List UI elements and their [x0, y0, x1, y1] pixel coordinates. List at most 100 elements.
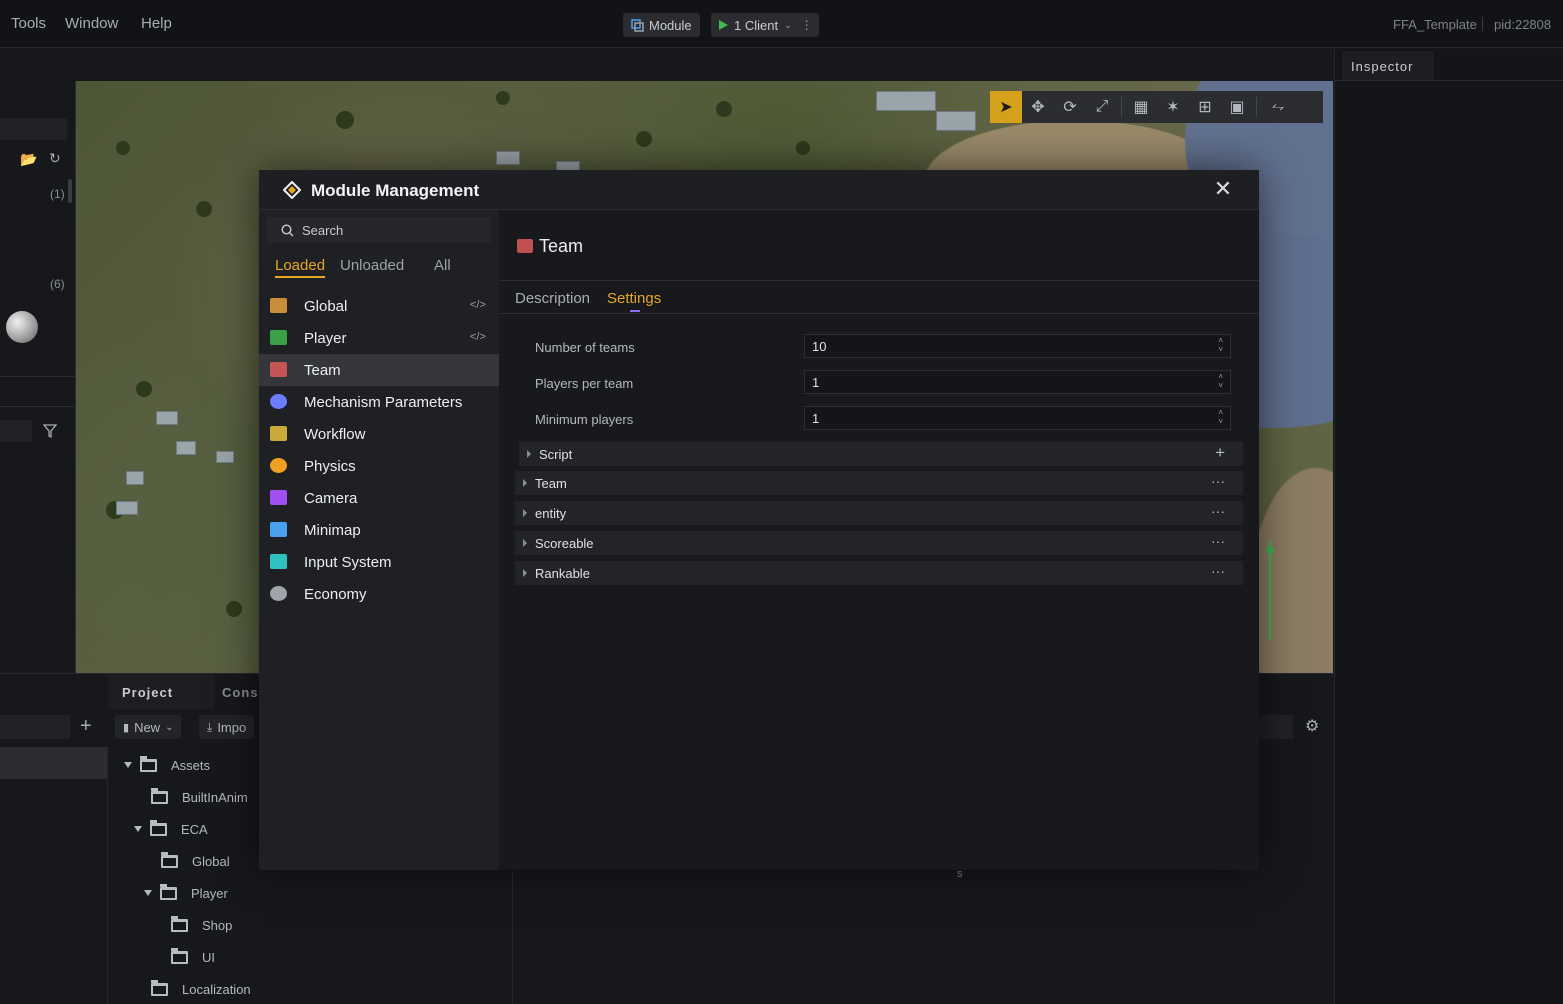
building [496, 151, 520, 165]
menu-tools[interactable]: Tools [11, 15, 46, 32]
module-item-workflow[interactable]: Workflow [259, 418, 499, 450]
filter-icon[interactable] [43, 424, 57, 438]
snap-tool-icon[interactable]: ▦ [1125, 91, 1157, 123]
section-label: Scoreable [535, 536, 594, 551]
module-item-economy[interactable]: Economy [259, 578, 499, 610]
expand-arrow-icon[interactable] [134, 826, 142, 832]
tree-item-label: UI [202, 949, 215, 965]
new-button-label: New [134, 719, 161, 735]
section-rankable[interactable]: Rankable ··· [515, 561, 1243, 585]
tree-item[interactable]: Localization [151, 975, 251, 1003]
stepper-icon[interactable]: ˄ ˅ [1218, 408, 1223, 426]
tab-project[interactable]: Project [122, 685, 173, 700]
workflow-module-icon [270, 426, 287, 441]
tree-item[interactable]: Shop [171, 911, 232, 939]
building [936, 111, 976, 131]
expand-arrow-icon[interactable] [527, 450, 531, 458]
filter-input[interactable] [0, 420, 32, 442]
add-icon[interactable]: + [1215, 443, 1225, 463]
move-tool-icon[interactable]: ✥ [1022, 91, 1054, 123]
chevron-down-icon[interactable]: ⌄ [784, 20, 792, 31]
camera-tool-icon[interactable]: ▣ [1221, 91, 1253, 123]
scale-tool-icon[interactable]: ⤢ [1086, 91, 1118, 123]
tree-item[interactable]: BuiltInAnim [151, 783, 248, 811]
settings-gear-icon[interactable]: ⚙ [1305, 716, 1319, 736]
grid-tool-icon[interactable]: ⊞ [1189, 91, 1221, 123]
tree-item[interactable]: Global [161, 847, 230, 875]
gizmo-y-axis[interactable] [1269, 541, 1271, 641]
module-item-team[interactable]: Team [259, 354, 499, 386]
more-icon[interactable]: ··· [1211, 563, 1225, 579]
module-item-mechanism-parameters[interactable]: Mechanism Parameters [259, 386, 499, 418]
module-button[interactable]: Module [623, 13, 700, 37]
tab-description[interactable]: Description [515, 290, 590, 307]
asset-search-input[interactable] [1258, 715, 1293, 739]
new-button[interactable]: ▮ New ⌄ [115, 715, 182, 739]
section-entity[interactable]: entity ··· [515, 501, 1243, 525]
filter-tab-unloaded[interactable]: Unloaded [340, 257, 404, 274]
inspector-tab[interactable]: Inspector [1342, 51, 1434, 80]
global-module-icon [270, 298, 287, 313]
import-button[interactable]: ⤓ Impo [199, 715, 255, 739]
select-tool-icon[interactable]: ➤ [990, 91, 1022, 123]
field-label-number-of-teams: Number of teams [535, 340, 635, 355]
tree-item[interactable]: UI [171, 943, 215, 971]
module-search-input[interactable]: Search [267, 217, 491, 243]
building [156, 411, 178, 425]
axis-gizmo-dropdown-icon[interactable]: ⥊ [1260, 91, 1296, 123]
module-item-label: Camera [304, 490, 358, 507]
close-icon[interactable]: ✕ [1213, 178, 1233, 200]
folder-star-icon[interactable]: 📂 [20, 151, 37, 168]
add-icon[interactable]: + [80, 716, 92, 736]
expand-arrow-icon[interactable] [144, 890, 152, 896]
expand-arrow-icon[interactable] [523, 539, 527, 547]
tab-settings[interactable]: Settings [607, 290, 661, 307]
code-icon[interactable]: </> [470, 299, 486, 311]
gizmo-handle[interactable] [1266, 546, 1274, 554]
more-icon[interactable]: ··· [1211, 473, 1225, 489]
expand-arrow-icon[interactable] [523, 509, 527, 517]
menu-help[interactable]: Help [141, 15, 172, 32]
folder-icon [161, 851, 178, 868]
more-icon[interactable]: ··· [1211, 533, 1225, 549]
stepper-icon[interactable]: ˄ ˅ [1218, 372, 1223, 390]
module-item-input-system[interactable]: Input System [259, 546, 499, 578]
favorites-selected-row[interactable] [0, 747, 107, 779]
building [116, 501, 138, 515]
section-team[interactable]: Team ··· [515, 471, 1243, 495]
more-vertical-icon[interactable]: ⋮ [801, 18, 813, 32]
project-search-input[interactable] [0, 715, 70, 739]
section-script[interactable]: Script + [519, 442, 1243, 466]
players-per-team-input[interactable]: 1 ˄ ˅ [804, 370, 1231, 394]
stepper-icon[interactable]: ˄ ˅ [1218, 336, 1223, 354]
module-item-camera[interactable]: Camera [259, 482, 499, 514]
filter-tab-all[interactable]: All [434, 257, 451, 274]
module-sidebar: Search Loaded Unloaded All Global </> Pl… [259, 210, 499, 870]
code-icon[interactable]: </> [470, 331, 486, 343]
module-item-physics[interactable]: Physics [259, 450, 499, 482]
tree-foliage [136, 381, 152, 397]
tree-item[interactable]: Assets [124, 751, 210, 779]
tree-item[interactable]: ECA [134, 815, 208, 843]
tree-item[interactable]: Player [144, 879, 228, 907]
history-icon[interactable]: ↻ [49, 150, 61, 167]
sphere-preview[interactable] [6, 311, 38, 343]
module-item-player[interactable]: Player </> [259, 322, 499, 354]
number-of-teams-input[interactable]: 10 ˄ ˅ [804, 334, 1231, 358]
module-item-global[interactable]: Global </> [259, 290, 499, 322]
rotate-tool-icon[interactable]: ⟳ [1054, 91, 1086, 123]
dialog-header: Module Management ✕ [259, 170, 1259, 210]
filter-tab-loaded[interactable]: Loaded [275, 257, 326, 278]
module-item-minimap[interactable]: Minimap [259, 514, 499, 546]
minimum-players-input[interactable]: 1 ˄ ˅ [804, 406, 1231, 430]
section-scoreable[interactable]: Scoreable ··· [515, 531, 1243, 555]
scrollbar[interactable] [68, 179, 72, 203]
hierarchy-search-input[interactable] [0, 118, 67, 140]
pivot-tool-icon[interactable]: ✶ [1157, 91, 1189, 123]
expand-arrow-icon[interactable] [124, 762, 132, 768]
menu-window[interactable]: Window [65, 15, 118, 32]
expand-arrow-icon[interactable] [523, 479, 527, 487]
expand-arrow-icon[interactable] [523, 569, 527, 577]
play-client-button[interactable]: 1 Client ⌄ ⋮ [711, 13, 819, 37]
more-icon[interactable]: ··· [1211, 503, 1225, 519]
